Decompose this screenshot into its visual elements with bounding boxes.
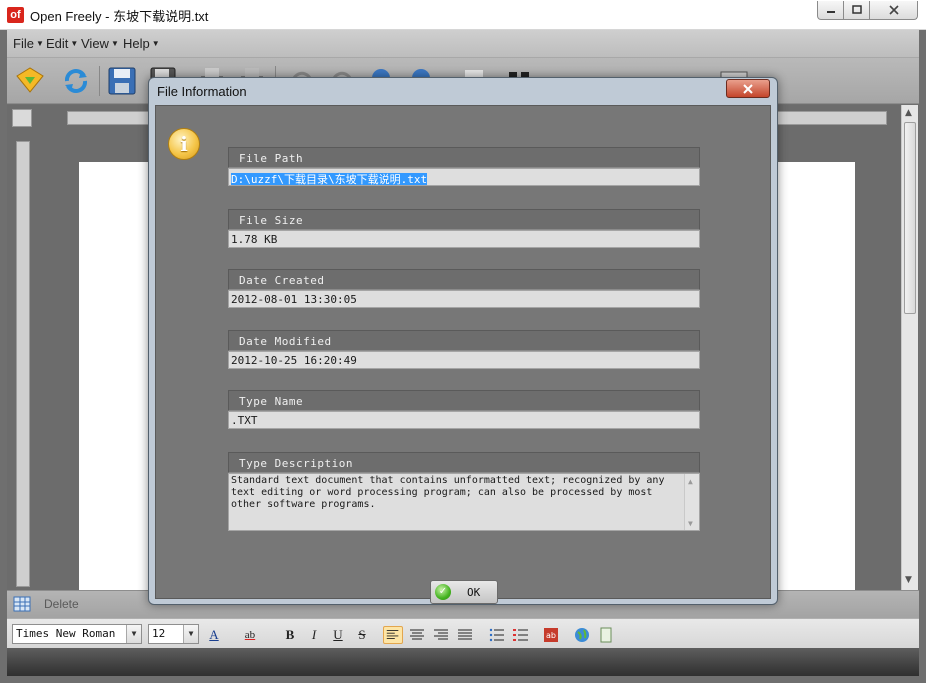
spellcheck-icon[interactable]: ab — [542, 626, 562, 644]
description-line: text editing or word processing program;… — [231, 487, 653, 498]
refresh-icon[interactable] — [59, 64, 93, 98]
chevron-down-icon[interactable]: ▼ — [183, 625, 198, 643]
type-name-label: Type Name — [228, 390, 700, 411]
align-center-icon[interactable] — [407, 626, 427, 644]
delete-table-button[interactable]: Delete — [44, 597, 79, 611]
menu-help[interactable]: Help ▼ — [123, 36, 160, 51]
date-modified-field[interactable]: 2012-10-25 16:20:49 — [228, 351, 700, 369]
maximize-button[interactable] — [843, 1, 870, 20]
highlight-button[interactable]: ab — [240, 626, 260, 644]
date-created-label: Date Created — [228, 269, 700, 290]
type-description-label: Type Description — [228, 452, 700, 473]
type-description-field[interactable]: Standard text document that contains unf… — [228, 473, 700, 531]
ok-button[interactable]: ✓ OK — [430, 580, 498, 604]
menu-view[interactable]: View ▼ — [81, 36, 119, 51]
maximize-icon — [851, 5, 862, 14]
minimize-button[interactable] — [817, 1, 844, 20]
date-created-field[interactable]: 2012-08-01 13:30:05 — [228, 290, 700, 308]
description-scrollbar[interactable]: ▲ ▼ — [684, 474, 699, 530]
menu-edit[interactable]: Edit ▼ — [46, 36, 78, 51]
chevron-down-icon: ▼ — [151, 39, 160, 48]
chevron-down-icon[interactable]: ▼ — [126, 625, 141, 643]
scroll-down-icon[interactable]: ▼ — [905, 575, 912, 585]
app-logo: of — [7, 7, 24, 23]
date-modified-label: Date Modified — [228, 330, 700, 351]
scroll-up-icon[interactable]: ▲ — [905, 108, 912, 118]
description-line: other software programs. — [231, 499, 376, 510]
italic-button[interactable]: I — [304, 626, 324, 644]
date-created-group: Date Created 2012-08-01 13:30:05 — [228, 269, 700, 308]
numbered-list-icon[interactable] — [511, 626, 531, 644]
table-icon[interactable] — [13, 596, 31, 612]
chevron-down-icon: ▼ — [110, 39, 119, 48]
type-name-group: Type Name .TXT — [228, 390, 700, 429]
app-window: of Open Freely - 东坡下载说明.txt File ▼ Edit ▼ … — [0, 0, 926, 683]
title-bar: of Open Freely - 东坡下载说明.txt — [0, 0, 926, 30]
description-line: Standard text document that contains unf… — [231, 475, 665, 486]
window-title: Open Freely - 东坡下载说明.txt — [30, 9, 209, 24]
info-icon: i — [168, 128, 200, 160]
align-left-icon[interactable] — [383, 626, 403, 644]
file-size-field[interactable]: 1.78 KB — [228, 230, 700, 248]
file-path-field[interactable]: D:\uzzf\下载目录\东坡下载说明.txt — [228, 168, 700, 186]
format-toolbar: Times New Roman ▼ 12 ▼ A ab B I U S ab — [7, 618, 919, 648]
window-close-button[interactable] — [869, 1, 918, 20]
font-name-select[interactable]: Times New Roman ▼ — [12, 624, 142, 644]
file-information-dialog: File Information i File Path D:\uzzf\下载目… — [148, 77, 778, 605]
menu-file[interactable]: File ▼ — [13, 36, 44, 51]
dialog-close-button[interactable] — [726, 79, 770, 98]
close-icon — [743, 84, 753, 94]
scroll-down-icon[interactable]: ▼ — [688, 518, 693, 530]
align-right-icon[interactable] — [431, 626, 451, 644]
vertical-scrollbar[interactable]: ▲ ▼ — [901, 105, 918, 590]
file-size-label: File Size — [228, 209, 700, 230]
justify-icon[interactable] — [455, 626, 475, 644]
file-path-label: File Path — [228, 147, 700, 168]
type-description-group: Type Description Standard text document … — [228, 452, 700, 531]
menu-bar: File ▼ Edit ▼ View ▼ Help ▼ — [7, 30, 919, 58]
globe-icon[interactable] — [572, 626, 592, 644]
status-bar — [7, 648, 919, 676]
text-color-button[interactable]: A — [204, 626, 224, 644]
ok-button-label: OK — [467, 586, 481, 599]
toolbar-separator — [99, 66, 100, 96]
open-icon[interactable] — [13, 64, 47, 98]
image-icon[interactable] — [596, 626, 616, 644]
underline-button[interactable]: U — [328, 626, 348, 644]
file-size-group: File Size 1.78 KB — [228, 209, 700, 248]
date-modified-group: Date Modified 2012-10-25 16:20:49 — [228, 330, 700, 369]
svg-text:ab: ab — [546, 631, 556, 640]
chevron-down-icon: ▼ — [35, 39, 44, 48]
chevron-down-icon: ▼ — [70, 39, 79, 48]
strikethrough-button[interactable]: S — [352, 626, 372, 644]
font-size-select[interactable]: 12 ▼ — [148, 624, 199, 644]
type-name-field[interactable]: .TXT — [228, 411, 700, 429]
bold-button[interactable]: B — [280, 626, 300, 644]
scrollbar-thumb[interactable] — [904, 122, 916, 314]
dialog-title: File Information — [157, 84, 247, 99]
scroll-up-icon[interactable]: ▲ — [688, 476, 693, 488]
save-icon[interactable] — [105, 64, 139, 98]
file-path-group: File Path D:\uzzf\下载目录\东坡下载说明.txt — [228, 147, 700, 186]
vertical-ruler[interactable] — [16, 141, 30, 587]
minimize-icon — [826, 11, 835, 13]
tab-stop-selector[interactable] — [12, 109, 32, 127]
checkmark-icon: ✓ — [435, 584, 451, 600]
dialog-body: i File Path D:\uzzf\下载目录\东坡下载说明.txt File… — [155, 105, 771, 604]
bullet-list-icon[interactable] — [487, 626, 507, 644]
close-icon — [888, 5, 899, 15]
